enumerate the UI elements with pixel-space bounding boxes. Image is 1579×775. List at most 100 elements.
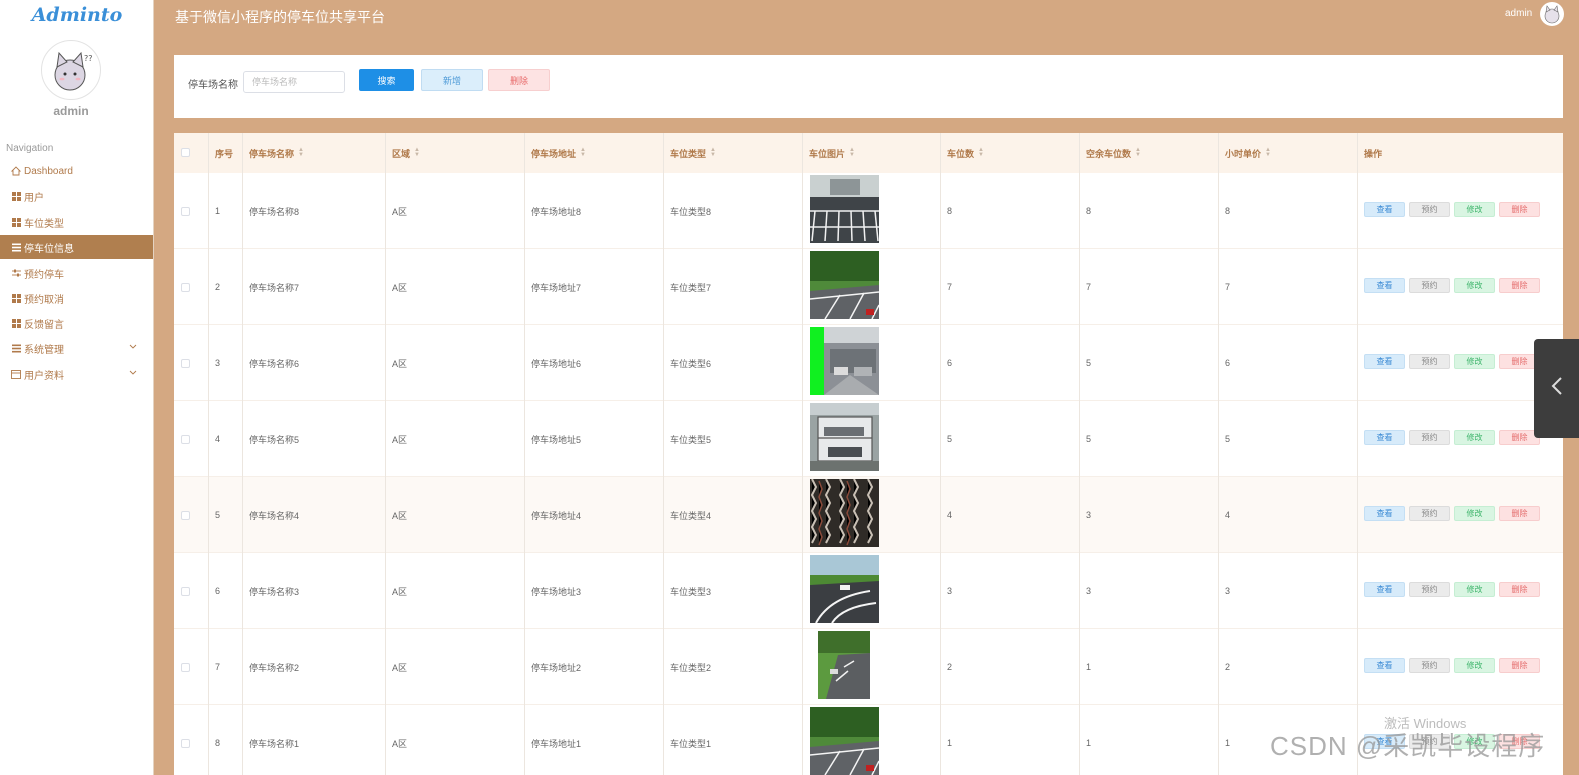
- column-divider: [385, 133, 386, 775]
- view-button[interactable]: 查看: [1364, 430, 1405, 445]
- row-checkbox[interactable]: [181, 283, 190, 292]
- sidebar-item-parking-info[interactable]: 停车位信息: [0, 235, 153, 259]
- cell-address: 停车场地址1: [531, 738, 582, 749]
- edit-button[interactable]: 修改: [1454, 202, 1495, 217]
- cell-name: 停车场名称7: [249, 282, 300, 293]
- parking-space-image[interactable]: [810, 327, 879, 395]
- select-all-checkbox[interactable]: [181, 148, 190, 157]
- topbar-avatar[interactable]: [1540, 2, 1564, 26]
- view-button[interactable]: 查看: [1364, 354, 1405, 369]
- table-row[interactable]: 1 停车场名称8 A区 停车场地址8 车位类型8 8 8 8 查看 预约 修改 删除: [174, 173, 1563, 249]
- delete-button[interactable]: 删除: [1499, 658, 1540, 673]
- sidebar-item-system[interactable]: 系统管理: [0, 336, 153, 360]
- view-button[interactable]: 查看: [1364, 658, 1405, 673]
- cell-name: 停车场名称3: [249, 586, 300, 597]
- parking-table: 序号 停车场名称 ▲ ▼ 区域 ▲ ▼ 停车场地址 ▲ ▼ 车位类型 ▲ ▼ 车位图片 ▲ ▼ 车位…: [174, 133, 1563, 775]
- sidebar-item-space-types[interactable]: 车位类型: [0, 210, 153, 234]
- parking-space-image[interactable]: [810, 403, 879, 471]
- table-row[interactable]: 6 停车场名称3 A区 停车场地址3 车位类型3 3 3 3 查看 预约 修改 删除: [174, 553, 1563, 629]
- parking-space-image[interactable]: [810, 175, 879, 243]
- cell-free: 5: [1086, 358, 1092, 368]
- edit-button[interactable]: 修改: [1454, 658, 1495, 673]
- sidebar-item-label: 车位类型: [24, 218, 64, 230]
- drawer-toggle-button[interactable]: [1534, 339, 1579, 438]
- sidebar-item-label: 预约取消: [24, 294, 64, 306]
- column-divider: [1079, 133, 1080, 775]
- parking-space-image[interactable]: [810, 707, 879, 775]
- cell-free: 3: [1086, 510, 1092, 520]
- parking-space-image[interactable]: [810, 251, 879, 319]
- sidebar-item-users[interactable]: 用户: [0, 184, 153, 208]
- row-checkbox[interactable]: [181, 359, 190, 368]
- table-row[interactable]: 4 停车场名称5 A区 停车场地址5 车位类型5 5 5 5 查看 预约 修改 删除: [174, 401, 1563, 477]
- col-header-price[interactable]: 小时单价 ▲ ▼: [1218, 133, 1271, 173]
- cell-total: 6: [947, 358, 953, 368]
- cell-address: 停车场地址3: [531, 586, 582, 597]
- chevron-left-icon: [1551, 376, 1563, 401]
- cell-no: 6: [215, 586, 221, 596]
- sidebar-item-label: 停车位信息: [24, 243, 74, 255]
- col-header-image[interactable]: 车位图片 ▲ ▼: [802, 133, 855, 173]
- col-header-address[interactable]: 停车场地址 ▲ ▼: [524, 133, 586, 173]
- edit-button[interactable]: 修改: [1454, 354, 1495, 369]
- parking-space-image[interactable]: [818, 631, 870, 699]
- sidebar-item-dashboard[interactable]: Dashboard: [0, 159, 153, 183]
- delete-button[interactable]: 删除: [1499, 278, 1540, 293]
- view-button[interactable]: 查看: [1364, 202, 1405, 217]
- col-header-label: 空余车位数: [1086, 148, 1132, 159]
- view-button[interactable]: 查看: [1364, 278, 1405, 293]
- row-checkbox[interactable]: [181, 663, 190, 672]
- edit-button[interactable]: 修改: [1454, 278, 1495, 293]
- book-button[interactable]: 预约: [1409, 430, 1450, 445]
- col-header-type[interactable]: 车位类型 ▲ ▼: [663, 133, 716, 173]
- add-button[interactable]: 新增: [421, 69, 483, 91]
- delete-button[interactable]: 删除: [1499, 506, 1540, 521]
- edit-button[interactable]: 修改: [1454, 506, 1495, 521]
- batch-delete-button[interactable]: 删除: [488, 69, 550, 91]
- row-checkbox[interactable]: [181, 739, 190, 748]
- col-header-free[interactable]: 空余车位数 ▲ ▼: [1079, 133, 1141, 173]
- sidebar-item-feedback[interactable]: 反馈留言: [0, 311, 153, 335]
- delete-button[interactable]: 删除: [1499, 582, 1540, 597]
- table-header: 序号 停车场名称 ▲ ▼ 区域 ▲ ▼ 停车场地址 ▲ ▼ 车位类型 ▲ ▼ 车位图片 ▲ ▼ 车位…: [174, 133, 1563, 173]
- cell-address: 停车场地址4: [531, 510, 582, 521]
- sidebar: Adminto ?? admin Navigation Dashboard 用户…: [0, 0, 154, 775]
- sidebar-item-profile[interactable]: 用户资料: [0, 362, 153, 386]
- table-row[interactable]: 3 停车场名称6 A区 停车场地址6 车位类型6 6 5 6 查看 预约 修改 删除: [174, 325, 1563, 401]
- search-input[interactable]: [243, 71, 345, 93]
- delete-button[interactable]: 删除: [1499, 202, 1540, 217]
- book-button[interactable]: 预约: [1409, 354, 1450, 369]
- row-checkbox[interactable]: [181, 587, 190, 596]
- col-header-name[interactable]: 停车场名称 ▲ ▼: [242, 133, 304, 173]
- table-row[interactable]: 2 停车场名称7 A区 停车场地址7 车位类型7 7 7 7 查看 预约 修改 删除: [174, 249, 1563, 325]
- book-button[interactable]: 预约: [1409, 506, 1450, 521]
- col-header-total[interactable]: 车位数 ▲ ▼: [940, 133, 984, 173]
- row-checkbox[interactable]: [181, 511, 190, 520]
- cell-price: 8: [1225, 206, 1231, 216]
- parking-space-image[interactable]: [810, 479, 879, 547]
- row-checkbox[interactable]: [181, 207, 190, 216]
- table-row[interactable]: 5 停车场名称4 A区 停车场地址4 车位类型4 4 3 4 查看 预约 修改 删除: [174, 477, 1563, 553]
- edit-button[interactable]: 修改: [1454, 430, 1495, 445]
- sidebar-item-booking[interactable]: 预约停车: [0, 261, 153, 285]
- sidebar-item-cancel-booking[interactable]: 预约取消: [0, 286, 153, 310]
- cell-name: 停车场名称5: [249, 434, 300, 445]
- edit-button[interactable]: 修改: [1454, 582, 1495, 597]
- app-logo[interactable]: Adminto: [0, 4, 154, 26]
- table-row[interactable]: 7 停车场名称2 A区 停车场地址2 车位类型2 2 1 2 查看 预约 修改 删除: [174, 629, 1563, 705]
- book-button[interactable]: 预约: [1409, 582, 1450, 597]
- view-button[interactable]: 查看: [1364, 582, 1405, 597]
- search-button[interactable]: 搜索: [359, 69, 414, 91]
- topbar-username[interactable]: admin: [1505, 8, 1532, 19]
- book-button[interactable]: 预约: [1409, 278, 1450, 293]
- col-header-area[interactable]: 区域 ▲ ▼: [385, 133, 420, 173]
- chevron-down-icon: [129, 342, 137, 353]
- column-divider: [802, 133, 803, 775]
- book-button[interactable]: 预约: [1409, 658, 1450, 673]
- book-button[interactable]: 预约: [1409, 202, 1450, 217]
- view-button[interactable]: 查看: [1364, 506, 1405, 521]
- parking-space-image[interactable]: [810, 555, 879, 623]
- user-avatar[interactable]: ??: [41, 40, 101, 100]
- row-checkbox[interactable]: [181, 435, 190, 444]
- cell-free: 1: [1086, 738, 1092, 748]
